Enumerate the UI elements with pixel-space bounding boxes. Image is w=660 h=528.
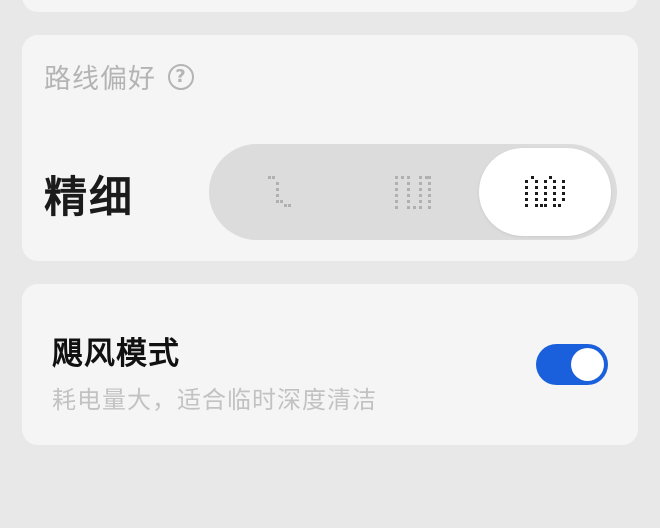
route-mode-selector [209, 144, 617, 240]
typhoon-mode-title: 飓风模式 [52, 336, 180, 372]
route-option-sparse[interactable] [213, 148, 345, 236]
toggle-knob [571, 348, 604, 381]
help-icon[interactable]: ? [168, 63, 194, 90]
typhoon-mode-description: 耗电量大，适合临时深度清洁 [52, 386, 377, 414]
typhoon-mode-card: 飓风模式 耗电量大，适合临时深度清洁 [22, 284, 638, 445]
route-sparse-icon [268, 176, 291, 207]
route-standard-icon [395, 176, 431, 209]
previous-card [22, 0, 638, 12]
route-option-fine[interactable] [479, 148, 611, 236]
current-route-label: 精细 [44, 173, 134, 223]
typhoon-mode-toggle[interactable] [536, 344, 608, 385]
route-preference-card: 路线偏好 ? 精细 [22, 35, 638, 261]
route-preference-header: 路线偏好 ? [44, 57, 194, 96]
route-fine-icon [525, 176, 565, 207]
route-preference-title: 路线偏好 [44, 64, 156, 95]
route-option-standard[interactable] [347, 148, 479, 236]
